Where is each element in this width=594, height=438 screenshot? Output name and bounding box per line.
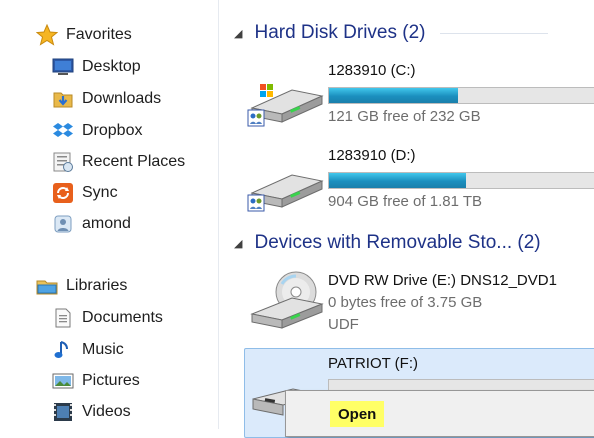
nav-downloads[interactable]: Downloads xyxy=(52,85,161,113)
drive-name: 1283910 (C:) xyxy=(328,62,416,79)
nav-label: Documents xyxy=(82,309,163,326)
nav-label: Recent Places xyxy=(82,153,186,170)
nav-label: Libraries xyxy=(66,277,128,294)
nav-videos[interactable]: Videos xyxy=(52,398,131,426)
videos-icon xyxy=(52,401,74,423)
context-menu-open[interactable]: Open xyxy=(330,401,385,427)
nav-libraries[interactable]: Libraries xyxy=(36,272,127,300)
music-icon xyxy=(52,339,74,361)
nav-dropbox[interactable]: Dropbox xyxy=(52,117,142,145)
hard-drive-icon xyxy=(246,167,324,218)
drive-item-c[interactable]: 1283910 (C:) 121 GB free of 232 GB xyxy=(246,60,594,132)
nav-label: Downloads xyxy=(82,90,162,107)
nav-label: Desktop xyxy=(82,58,141,75)
nav-pictures[interactable]: Pictures xyxy=(52,367,140,395)
nav-amond[interactable]: amond xyxy=(52,210,131,238)
nav-label: Music xyxy=(82,341,124,358)
nav-label: amond xyxy=(82,215,131,232)
drive-free-space: 904 GB free of 1.81 TB xyxy=(328,193,482,210)
nav-label: Dropbox xyxy=(82,122,143,139)
nav-favorites[interactable]: Favorites xyxy=(35,21,132,49)
nav-music[interactable]: Music xyxy=(52,336,124,364)
nav-sync[interactable]: Sync xyxy=(52,179,118,207)
system-drive-icon xyxy=(246,82,324,133)
dvd-drive-icon xyxy=(246,270,326,347)
drive-free-space: 0 bytes free of 3.75 GB xyxy=(328,294,483,311)
libraries-icon xyxy=(36,275,58,297)
user-icon xyxy=(52,213,74,235)
recent-places-icon xyxy=(52,151,74,173)
drive-item-d[interactable]: 1283910 (D:) 904 GB free of 1.81 TB xyxy=(246,145,594,217)
drive-filesystem: UDF xyxy=(328,316,359,333)
nav-label: Sync xyxy=(82,184,118,201)
context-menu: Open xyxy=(285,390,594,437)
section-header-hard-disk-drives[interactable]: ◢ Hard Disk Drives (2) xyxy=(234,20,548,46)
section-title: Hard Disk Drives (2) xyxy=(254,22,426,43)
drive-item-e[interactable]: DVD RW Drive (E:) DNS12_DVD1 0 bytes fre… xyxy=(246,268,594,340)
section-divider xyxy=(439,32,548,34)
drive-usage-fill xyxy=(329,173,466,188)
collapse-triangle-icon[interactable]: ◢ xyxy=(234,237,242,250)
pictures-icon xyxy=(52,370,74,392)
drive-free-space: 121 GB free of 232 GB xyxy=(328,108,481,125)
drive-usage-fill xyxy=(329,88,458,103)
drive-name: 1283910 (D:) xyxy=(328,147,416,164)
nav-label: Pictures xyxy=(82,372,140,389)
navigation-pane: Favorites Desktop Downloads Dropbox Rece… xyxy=(0,0,219,429)
section-title: Devices with Removable Sto... (2) xyxy=(254,232,541,253)
drive-usage-bar xyxy=(328,87,594,104)
desktop-icon xyxy=(52,56,74,78)
star-icon xyxy=(35,23,59,46)
nav-desktop[interactable]: Desktop xyxy=(52,53,141,81)
downloads-icon xyxy=(52,88,74,110)
section-header-removable[interactable]: ◢ Devices with Removable Sto... (2) xyxy=(234,230,541,256)
dropbox-icon xyxy=(52,120,74,142)
drive-name: DVD RW Drive (E:) DNS12_DVD1 xyxy=(328,272,557,289)
nav-documents[interactable]: Documents xyxy=(52,304,163,332)
drive-name: PATRIOT (F:) xyxy=(328,355,418,372)
nav-label: Favorites xyxy=(66,26,132,43)
nav-recent-places[interactable]: Recent Places xyxy=(52,148,185,176)
collapse-triangle-icon[interactable]: ◢ xyxy=(234,27,242,40)
documents-icon xyxy=(52,307,74,329)
nav-label: Videos xyxy=(82,403,131,420)
sync-icon xyxy=(52,182,74,204)
drive-usage-bar xyxy=(328,172,594,189)
